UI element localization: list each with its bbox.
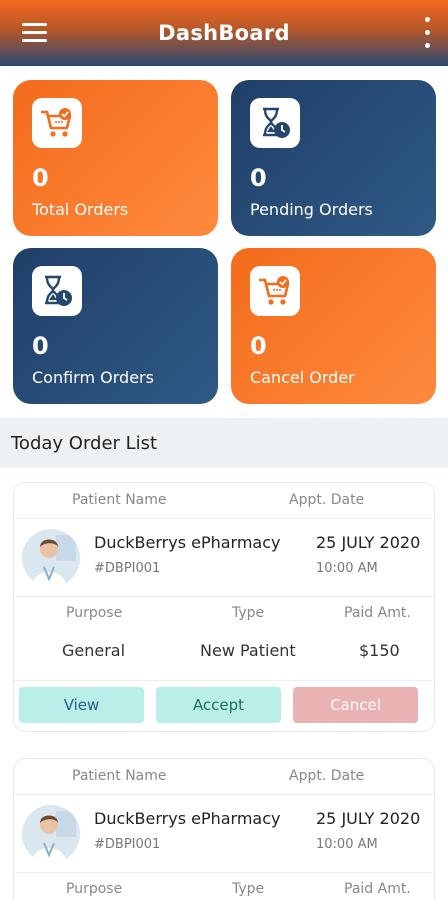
accept-button[interactable]: Accept bbox=[156, 687, 281, 723]
purpose-label: Purpose bbox=[66, 881, 123, 897]
pending-orders-tile[interactable]: 0 Pending Orders bbox=[231, 80, 436, 236]
appt-date-label: Appt. Date bbox=[289, 768, 365, 784]
confirm-orders-count: 0 bbox=[32, 332, 49, 360]
paid-amount-label: Paid Amt. bbox=[344, 881, 411, 897]
cancel-order-label: Cancel Order bbox=[250, 368, 355, 387]
appt-date: 25 JULY 2020 bbox=[316, 809, 421, 828]
order-detail-labels: Purpose Type Paid Amt. bbox=[14, 597, 434, 631]
hourglass-clock-icon bbox=[32, 266, 82, 316]
patient-name-label: Patient Name bbox=[72, 768, 167, 784]
patient-name: DuckBerrys ePharmacy bbox=[94, 533, 281, 552]
hourglass-clock-icon bbox=[250, 98, 300, 148]
order-info-row: DuckBerrys ePharmacy #DBPI001 25 JULY 20… bbox=[14, 519, 434, 597]
type-label: Type bbox=[232, 881, 265, 897]
purpose-value: General bbox=[62, 641, 126, 660]
order-detail-values: General New Patient $150 bbox=[14, 631, 434, 681]
page-title: DashBoard bbox=[158, 21, 290, 45]
paid-amount-label: Paid Amt. bbox=[344, 605, 411, 621]
appt-time: 10:00 AM bbox=[316, 561, 378, 576]
appt-date-label: Appt. Date bbox=[289, 492, 365, 508]
type-label: Type bbox=[232, 605, 265, 621]
total-orders-label: Total Orders bbox=[32, 200, 129, 219]
kebab-icon[interactable] bbox=[420, 16, 434, 50]
cancel-button[interactable]: Cancel bbox=[293, 687, 418, 723]
avatar bbox=[22, 529, 80, 587]
order-id: #DBPI001 bbox=[94, 837, 161, 852]
cancel-order-tile[interactable]: 0 Cancel Order bbox=[231, 248, 436, 404]
appt-time: 10:00 AM bbox=[316, 837, 378, 852]
order-detail-labels: Purpose Type Paid Amt. bbox=[14, 873, 434, 900]
pending-orders-label: Pending Orders bbox=[250, 200, 373, 219]
total-orders-tile[interactable]: 0 Total Orders bbox=[13, 80, 218, 236]
type-value: New Patient bbox=[200, 641, 296, 660]
order-id: #DBPI001 bbox=[94, 561, 161, 576]
confirm-orders-tile[interactable]: 0 Confirm Orders bbox=[13, 248, 218, 404]
cart-check-icon bbox=[32, 98, 82, 148]
order-card-header: Patient Name Appt. Date bbox=[14, 483, 434, 519]
hamburger-menu-icon[interactable] bbox=[22, 22, 48, 44]
confirm-orders-label: Confirm Orders bbox=[32, 368, 154, 387]
patient-name-label: Patient Name bbox=[72, 492, 167, 508]
cart-check-icon bbox=[250, 266, 300, 316]
order-info-row: DuckBerrys ePharmacy #DBPI001 25 JULY 20… bbox=[14, 795, 434, 873]
order-card: Patient Name Appt. Date DuckBerrys ePhar… bbox=[13, 758, 435, 900]
paid-amount-value: $150 bbox=[359, 641, 400, 660]
order-actions: View Accept Cancel bbox=[14, 681, 434, 729]
order-card: Patient Name Appt. Date DuckBerrys ePhar… bbox=[13, 482, 435, 732]
avatar bbox=[22, 805, 80, 863]
today-order-list-heading: Today Order List bbox=[0, 418, 448, 468]
cancel-order-count: 0 bbox=[250, 332, 267, 360]
order-card-header: Patient Name Appt. Date bbox=[14, 759, 434, 795]
appt-date: 25 JULY 2020 bbox=[316, 533, 421, 552]
patient-name: DuckBerrys ePharmacy bbox=[94, 809, 281, 828]
view-button[interactable]: View bbox=[19, 687, 144, 723]
pending-orders-count: 0 bbox=[250, 164, 267, 192]
app-header: DashBoard bbox=[0, 0, 448, 66]
total-orders-count: 0 bbox=[32, 164, 49, 192]
purpose-label: Purpose bbox=[66, 605, 123, 621]
